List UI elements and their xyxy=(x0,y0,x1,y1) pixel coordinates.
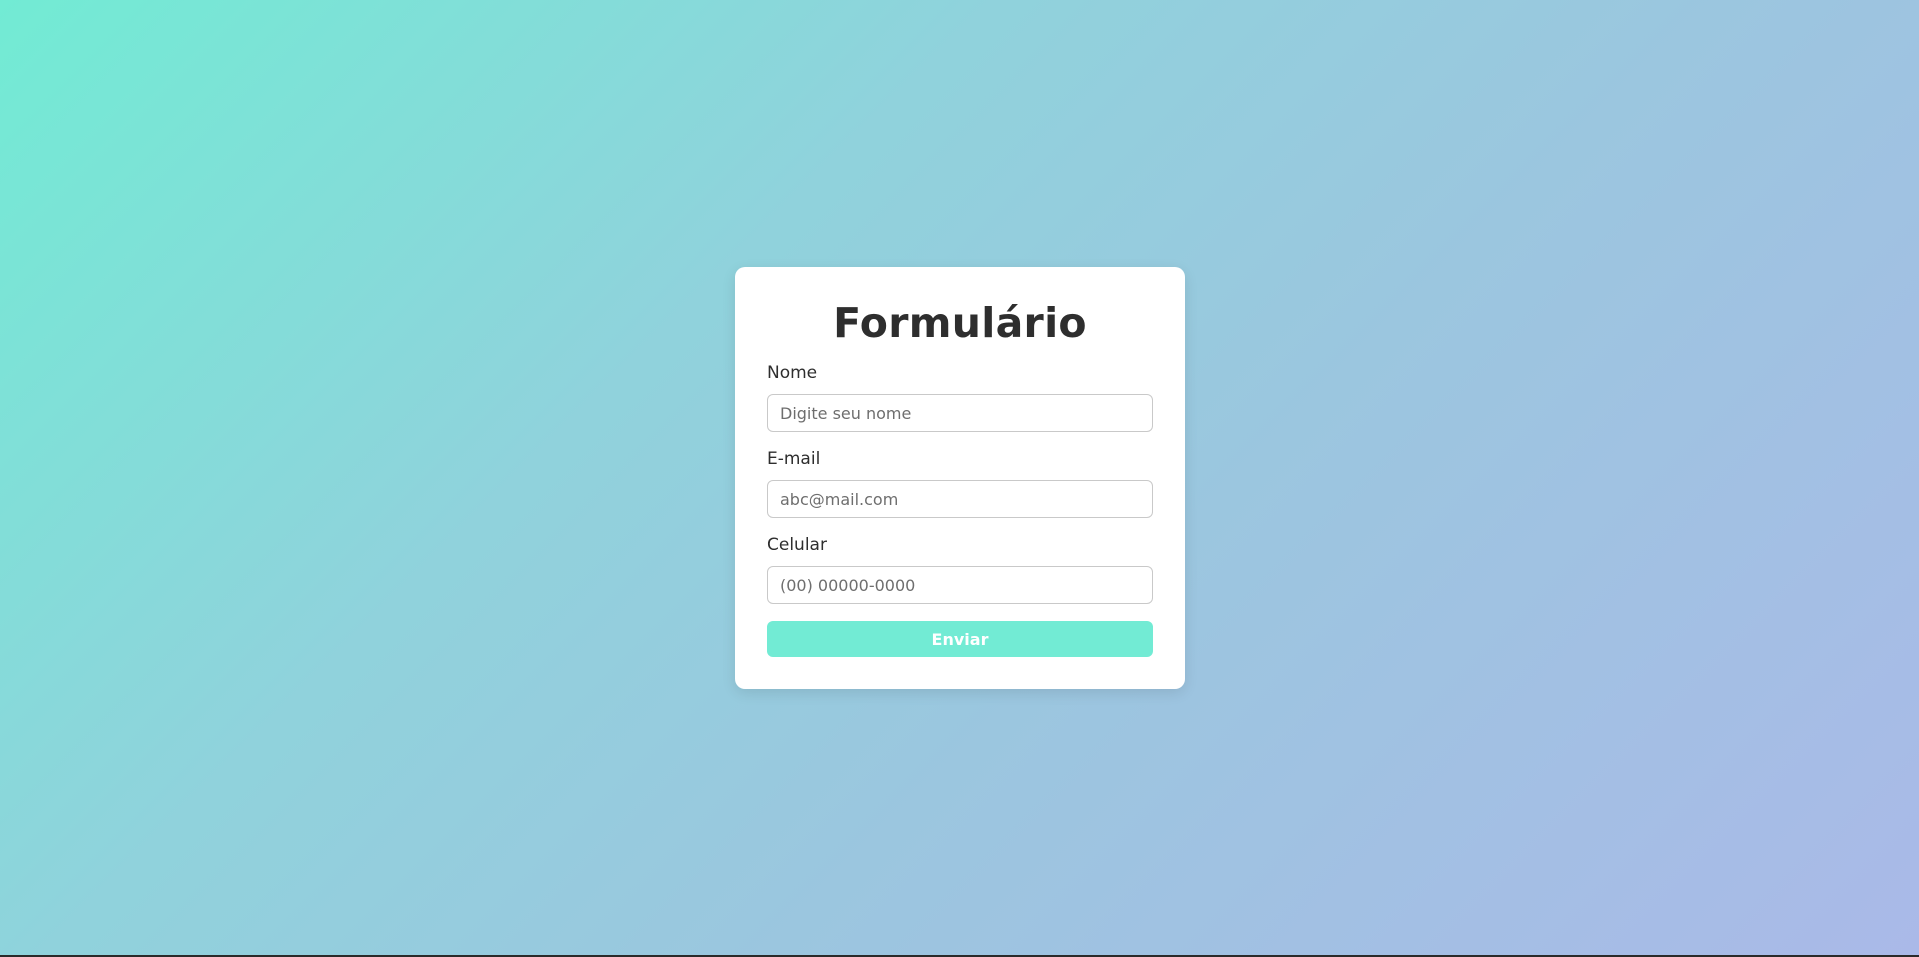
form-title: Formulário xyxy=(833,299,1087,347)
email-input[interactable] xyxy=(767,480,1153,518)
submit-button[interactable]: Enviar xyxy=(767,621,1153,657)
name-label: Nome xyxy=(767,363,818,383)
name-input[interactable] xyxy=(767,394,1153,432)
phone-label: Celular xyxy=(767,535,827,555)
phone-input[interactable] xyxy=(767,566,1153,604)
email-label: E-mail xyxy=(767,449,821,469)
form-card: Formulário Nome E-mail Celular Enviar xyxy=(735,267,1185,689)
